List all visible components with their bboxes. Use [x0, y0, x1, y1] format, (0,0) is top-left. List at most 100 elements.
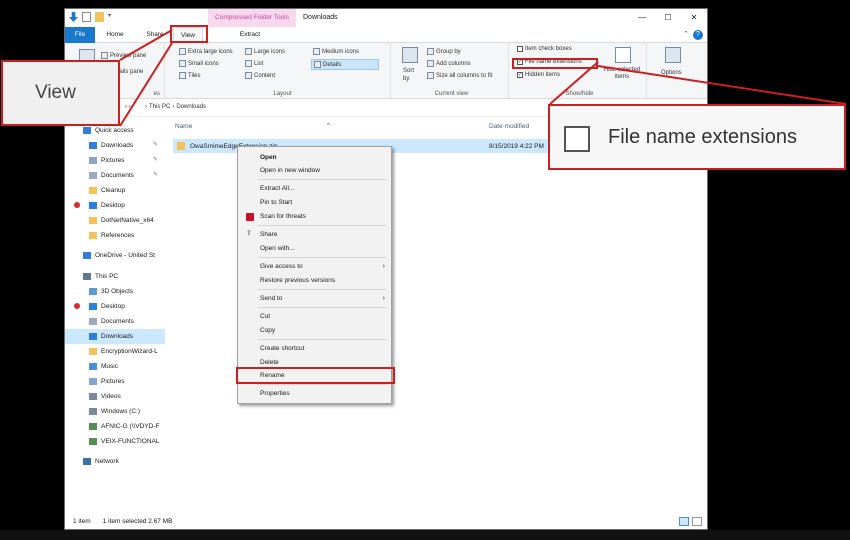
- sidebar-item-documents[interactable]: Documents: [65, 168, 165, 183]
- sidebar-item-desktop[interactable]: Desktop: [65, 198, 165, 213]
- details-view-icon[interactable]: [679, 516, 689, 526]
- sidebar-item-downloads-pc[interactable]: Downloads: [65, 329, 165, 344]
- menu-item-extract-all[interactable]: Extract All...: [238, 182, 391, 195]
- layout-small-icons[interactable]: Small icons: [179, 60, 219, 67]
- menu-item-send-to[interactable]: Send to ›: [238, 292, 391, 305]
- pin-icon[interactable]: ✎: [153, 156, 158, 163]
- options-button[interactable]: Options: [661, 70, 682, 76]
- share-icon: ⇪: [246, 230, 252, 237]
- sidebar-item-videos[interactable]: Videos: [65, 389, 165, 404]
- tab-extract[interactable]: Extract: [233, 27, 267, 43]
- sidebar-item-references[interactable]: References: [65, 228, 165, 243]
- sidebar-item-label: Pictures: [101, 157, 125, 164]
- ribbon-collapse-icon[interactable]: ⌃: [683, 30, 689, 38]
- menu-item-restore-versions[interactable]: Restore previous versions: [238, 274, 391, 287]
- menu-item-pin-to-start[interactable]: Pin to Start: [238, 196, 391, 209]
- menu-item-share[interactable]: Share: [238, 228, 391, 241]
- options-icon[interactable]: [665, 47, 681, 63]
- download-arrow-icon[interactable]: [69, 12, 78, 22]
- sync-error-icon: [74, 202, 80, 208]
- back-forward-icons[interactable]: ‹ ›: [125, 104, 131, 110]
- help-icon[interactable]: ?: [693, 30, 703, 40]
- maximize-button[interactable]: ☐: [655, 9, 681, 27]
- breadcrumb-separator: ›: [172, 104, 175, 110]
- preview-pane-button[interactable]: Preview pane: [101, 52, 146, 59]
- sort-by-button[interactable]: Sort by: [403, 67, 414, 83]
- pin-icon[interactable]: ✎: [153, 171, 158, 178]
- sidebar-item-windows-c[interactable]: Windows (C:): [65, 404, 165, 419]
- breadcrumb-downloads[interactable]: Downloads: [176, 104, 206, 110]
- large-icons-view-icon[interactable]: [692, 516, 702, 526]
- size-columns-button[interactable]: Size all columns to fit: [427, 72, 492, 79]
- sidebar-item-network[interactable]: Network: [65, 454, 165, 469]
- item-check-boxes-checkbox[interactable]: [517, 46, 523, 52]
- qat-dropdown-icon[interactable]: ▾: [108, 12, 114, 22]
- sidebar-item-desktop-pc[interactable]: Desktop: [65, 299, 165, 314]
- sidebar-item-music[interactable]: Music: [65, 359, 165, 374]
- sort-by-icon[interactable]: [402, 47, 418, 63]
- status-bar: 1 item 1 item selected 2.67 MB: [65, 513, 707, 529]
- hide-selected-button[interactable]: Hide selected items: [601, 67, 643, 81]
- pc-icon: ›: [145, 104, 147, 110]
- file-name-extensions-toggle[interactable]: ✓ File name extensions: [517, 59, 582, 65]
- file-name-extensions-checkbox[interactable]: ✓: [517, 59, 523, 65]
- menu-item-properties[interactable]: Properties: [238, 387, 391, 400]
- layout-extra-large-icons[interactable]: Extra large icons: [179, 48, 233, 55]
- column-header-date[interactable]: Date modified: [489, 123, 529, 130]
- menu-item-open[interactable]: Open: [238, 151, 391, 164]
- extensions-callout-label: File name extensions: [608, 126, 797, 148]
- properties-icon[interactable]: [82, 12, 91, 22]
- sidebar-item-label: Downloads: [101, 333, 134, 340]
- tab-home[interactable]: Home: [101, 27, 129, 43]
- menu-item-scan-threats[interactable]: Scan for threats: [238, 210, 391, 223]
- layout-list[interactable]: List: [245, 60, 263, 67]
- layout-tiles[interactable]: Tiles: [179, 72, 200, 79]
- tab-view[interactable]: View: [173, 27, 203, 43]
- sidebar-item-downloads[interactable]: Downloads: [65, 138, 165, 153]
- sidebar-item-pictures-pc[interactable]: Pictures: [65, 374, 165, 389]
- sidebar-item-3d-objects[interactable]: 3D Objects: [65, 284, 165, 299]
- pin-icon[interactable]: ✎: [153, 141, 158, 148]
- menu-item-delete[interactable]: Delete: [238, 356, 391, 369]
- hide-selected-icon[interactable]: [615, 47, 631, 63]
- item-check-boxes-toggle[interactable]: Item check boxes: [517, 46, 572, 52]
- sidebar-item-label: References: [101, 232, 135, 239]
- menu-item-rename[interactable]: Rename: [238, 369, 391, 382]
- menu-item-give-access[interactable]: Give access to ›: [238, 260, 391, 273]
- new-folder-icon[interactable]: [95, 12, 104, 22]
- hidden-items-toggle[interactable]: ✓ Hidden items: [517, 72, 560, 78]
- sidebar-item-pictures[interactable]: Pictures: [65, 153, 165, 168]
- menu-item-open-with[interactable]: Open with...: [238, 242, 391, 255]
- sidebar-item-cleanup[interactable]: Cleanup: [65, 183, 165, 198]
- sidebar-item-this-pc[interactable]: This PC: [65, 269, 165, 284]
- sidebar-item-dotnetnative[interactable]: DotNetNative_x64: [65, 213, 165, 228]
- sidebar-item-label: EncryptionWizard-L: [101, 348, 158, 355]
- menu-item-create-shortcut[interactable]: Create shortcut: [238, 342, 391, 355]
- sidebar-item-onedrive[interactable]: OneDrive - United St: [65, 248, 165, 263]
- close-button[interactable]: ✕: [681, 9, 707, 27]
- menu-separator: [258, 307, 387, 308]
- sidebar-item-afnic-g[interactable]: AFNIC-G (\\VDYD-F: [65, 419, 165, 434]
- column-header-name[interactable]: Name: [175, 123, 192, 130]
- extensions-callout-checkbox-icon: [564, 126, 590, 152]
- sidebar-item-encryptionwizard[interactable]: EncryptionWizard-L: [65, 344, 165, 359]
- layout-content[interactable]: Content: [245, 72, 275, 79]
- layout-large-icons[interactable]: Large icons: [245, 48, 285, 55]
- menu-item-copy[interactable]: Copy: [238, 324, 391, 337]
- submenu-chevron-icon: ›: [382, 295, 385, 302]
- references-icon: [89, 232, 97, 239]
- sidebar-item-documents-pc[interactable]: Documents: [65, 314, 165, 329]
- group-by-button[interactable]: Group by: [427, 48, 461, 55]
- hidden-items-checkbox[interactable]: ✓: [517, 72, 523, 78]
- layout-medium-icons[interactable]: Medium icons: [313, 48, 359, 55]
- layout-details[interactable]: Details: [311, 59, 379, 70]
- minimize-button[interactable]: —: [629, 9, 655, 27]
- menu-item-open-new-window[interactable]: Open in new window: [238, 164, 391, 177]
- add-columns-button[interactable]: Add columns: [427, 60, 471, 67]
- tab-file[interactable]: File: [65, 27, 95, 43]
- breadcrumb-this-pc[interactable]: This PC: [149, 104, 170, 110]
- sidebar-item-veix-functional[interactable]: VEIX-FUNCTIONAL: [65, 434, 165, 449]
- menu-item-cut[interactable]: Cut: [238, 310, 391, 323]
- show-hide-group: Item check boxes ✓ File name extensions ✓…: [513, 43, 647, 99]
- tab-share[interactable]: Share: [139, 27, 171, 43]
